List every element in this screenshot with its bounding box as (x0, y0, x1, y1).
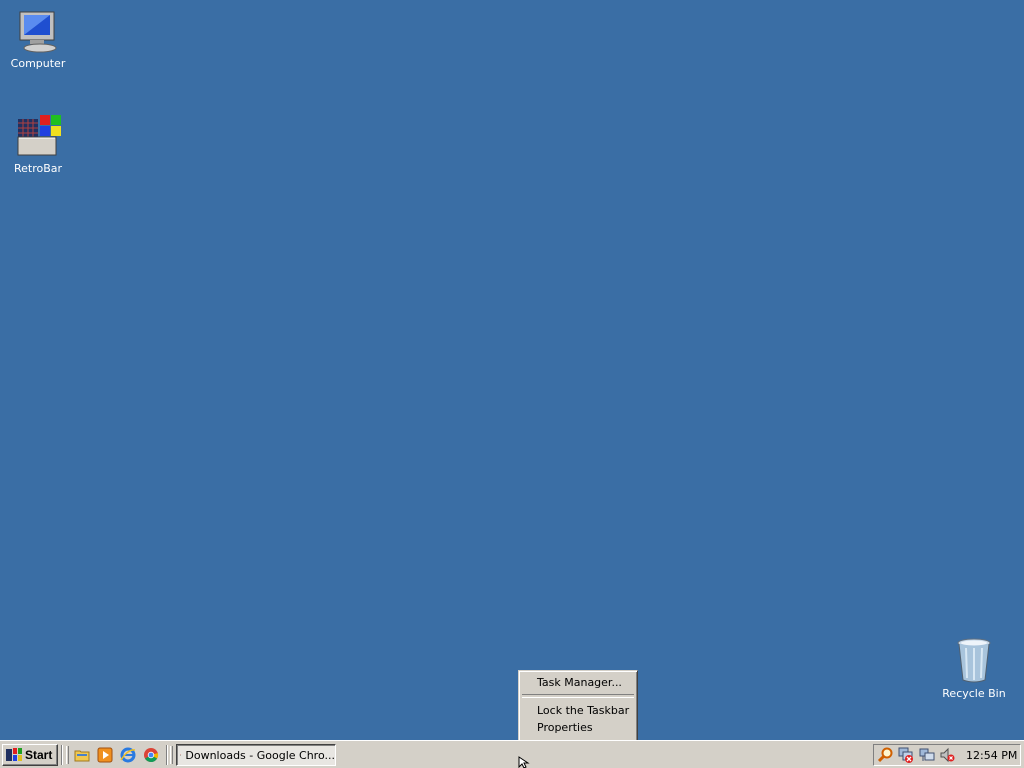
retrobar-icon (17, 115, 61, 156)
menu-item-task-manager[interactable]: Task Manager... (521, 674, 635, 691)
notification-area: 12:54 PM (873, 744, 1021, 766)
menu-separator (522, 694, 634, 698)
recycle-bin-icon (957, 638, 991, 683)
start-button[interactable]: Start (2, 744, 58, 766)
start-label: Start (25, 748, 53, 762)
file-explorer-icon[interactable] (74, 747, 90, 763)
desktop-icon-computer[interactable]: Computer (0, 10, 76, 70)
taskbar: Start Downloads - Google Chro... 12:54 P… (0, 740, 1024, 768)
mouse-cursor-icon (518, 756, 530, 768)
clock[interactable]: 12:54 PM (966, 749, 1017, 762)
chrome-icon (180, 754, 182, 756)
desktop-icon-retrobar[interactable]: RetroBar (0, 113, 76, 175)
taskbar-context-menu: Task Manager... Lock the Taskbar Propert… (518, 670, 638, 751)
windows-logo-icon (6, 748, 22, 761)
taskbar-separator (61, 745, 63, 765)
search-icon[interactable] (877, 747, 893, 763)
task-button-downloads-chrome[interactable]: Downloads - Google Chro... (176, 744, 336, 766)
toolbar-grip[interactable] (66, 746, 69, 764)
menu-item-properties[interactable]: Properties (521, 719, 635, 736)
internet-explorer-icon[interactable] (120, 747, 136, 763)
volume-muted-icon[interactable] (939, 747, 955, 763)
computer-icon (19, 11, 57, 53)
desktop-icon-label: Computer (10, 57, 66, 70)
network-error-icon[interactable] (898, 747, 914, 763)
media-player-icon[interactable] (97, 747, 113, 763)
desktop-icon-label: Recycle Bin (942, 687, 1006, 700)
menu-item-lock-taskbar[interactable]: Lock the Taskbar (521, 702, 635, 719)
desktop-icon-recycle-bin[interactable]: Recycle Bin (936, 638, 1012, 700)
task-button-label: Downloads - Google Chro... (185, 748, 335, 762)
desktop-icon-label: RetroBar (13, 162, 63, 175)
network-icon[interactable] (919, 747, 935, 763)
toolbar-grip[interactable] (170, 746, 173, 764)
taskbar-separator (166, 745, 168, 765)
chrome-icon[interactable] (143, 747, 159, 763)
